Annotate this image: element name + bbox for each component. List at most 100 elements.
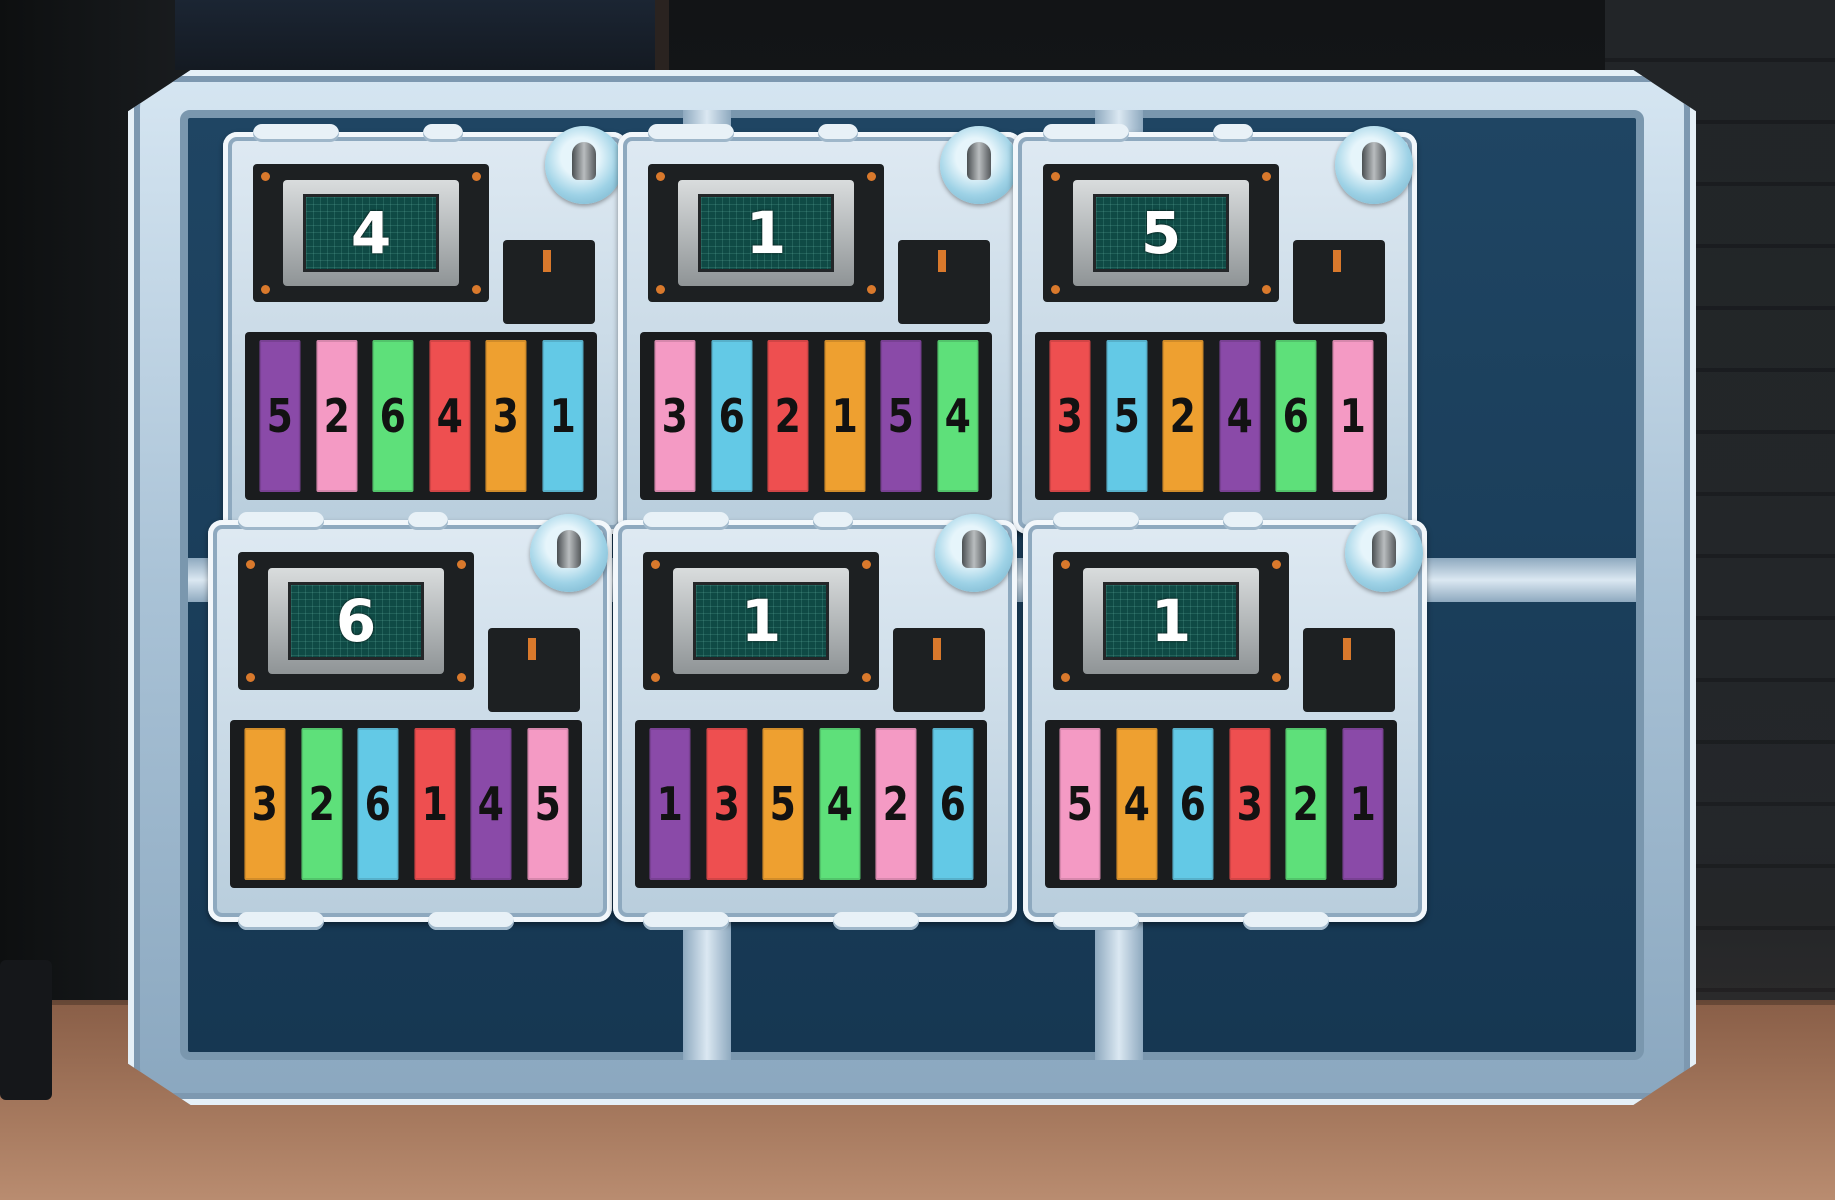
module-clip — [253, 124, 339, 142]
key-button[interactable]: 4 — [936, 340, 978, 492]
bolt-icon — [651, 673, 660, 682]
key-button[interactable]: 5 — [1105, 340, 1147, 492]
stage-light — [528, 638, 536, 660]
keypad-module-3: 5 352461 — [1013, 124, 1417, 542]
key-button[interactable]: 6 — [1172, 728, 1214, 880]
key-button[interactable]: 6 — [710, 340, 752, 492]
key-button[interactable]: 6 — [931, 728, 973, 880]
stage-indicator — [893, 628, 985, 712]
stage-light — [1343, 638, 1351, 660]
bolt-icon — [651, 560, 660, 569]
key-button[interactable]: 1 — [823, 340, 865, 492]
module-clip — [423, 124, 463, 142]
keypad-module-5: 1 135426 — [613, 512, 1017, 930]
side-object — [0, 960, 52, 1100]
key-button[interactable]: 4 — [1218, 340, 1260, 492]
bolt-icon — [261, 172, 270, 181]
key-button[interactable]: 6 — [357, 728, 399, 880]
key-button[interactable]: 1 — [1341, 728, 1383, 880]
bolt-icon — [472, 172, 481, 181]
module-clip — [428, 912, 514, 930]
keypad-module-1: 4 526431 — [223, 124, 627, 542]
key-button[interactable]: 2 — [767, 340, 809, 492]
bolt-icon — [867, 285, 876, 294]
stage-light — [938, 250, 946, 272]
key-button[interactable]: 3 — [244, 728, 286, 880]
bolt-icon — [1051, 172, 1060, 181]
key-button[interactable]: 4 — [1115, 728, 1157, 880]
key-button[interactable]: 1 — [1331, 340, 1373, 492]
bolt-icon — [1262, 285, 1271, 294]
module-status-led — [1345, 514, 1423, 592]
display-panel: 4 — [253, 164, 489, 302]
key-button[interactable]: 2 — [875, 728, 917, 880]
key-button[interactable]: 5 — [762, 728, 804, 880]
stage-light — [543, 250, 551, 272]
key-button[interactable]: 5 — [880, 340, 922, 492]
key-button[interactable]: 3 — [1049, 340, 1091, 492]
key-button[interactable]: 3 — [654, 340, 696, 492]
key-button[interactable]: 4 — [428, 340, 470, 492]
stage-light — [1333, 250, 1341, 272]
bolt-icon — [867, 172, 876, 181]
bolt-icon — [656, 285, 665, 294]
module-clip — [643, 912, 729, 930]
key-button[interactable]: 1 — [541, 340, 583, 492]
module-status-led — [940, 126, 1018, 204]
key-button[interactable]: 6 — [372, 340, 414, 492]
bolt-icon — [1061, 673, 1070, 682]
display-number: 4 — [303, 194, 439, 272]
key-button[interactable]: 1 — [413, 728, 455, 880]
key-button[interactable]: 4 — [470, 728, 512, 880]
stage-light — [933, 638, 941, 660]
module-clip — [1243, 912, 1329, 930]
module-status-led — [530, 514, 608, 592]
display-panel: 1 — [1053, 552, 1289, 690]
key-button[interactable]: 6 — [1275, 340, 1317, 492]
stage-indicator — [1303, 628, 1395, 712]
background-window — [175, 0, 669, 70]
key-button[interactable]: 3 — [1228, 728, 1270, 880]
key-button[interactable]: 5 — [1059, 728, 1101, 880]
key-button[interactable]: 5 — [526, 728, 568, 880]
key-button[interactable]: 4 — [818, 728, 860, 880]
bolt-icon — [246, 560, 255, 569]
key-button[interactable]: 1 — [649, 728, 691, 880]
module-clip — [813, 512, 853, 530]
key-button[interactable]: 2 — [1285, 728, 1327, 880]
display-panel: 6 — [238, 552, 474, 690]
key-button[interactable]: 5 — [259, 340, 301, 492]
display-number: 1 — [698, 194, 834, 272]
module-status-led — [1335, 126, 1413, 204]
key-button[interactable]: 2 — [300, 728, 342, 880]
stage-indicator — [488, 628, 580, 712]
key-button[interactable]: 2 — [315, 340, 357, 492]
key-button[interactable]: 3 — [705, 728, 747, 880]
display-bezel: 1 — [673, 568, 849, 674]
module-clip — [238, 912, 324, 930]
module-clip — [1213, 124, 1253, 142]
bolt-icon — [1051, 285, 1060, 294]
module-clip — [648, 124, 734, 142]
module-clip — [643, 512, 729, 530]
module-status-led — [545, 126, 623, 204]
display-bezel: 6 — [268, 568, 444, 674]
key-button[interactable]: 3 — [485, 340, 527, 492]
keypad-module-6: 1 546321 — [1023, 512, 1427, 930]
module-clip — [1223, 512, 1263, 530]
keypad-module-4: 6 326145 — [208, 512, 612, 930]
bolt-icon — [472, 285, 481, 294]
key-row: 546321 — [1045, 720, 1397, 888]
key-button[interactable]: 2 — [1162, 340, 1204, 492]
display-panel: 5 — [1043, 164, 1279, 302]
stage-indicator — [1293, 240, 1385, 324]
bolt-icon — [1272, 560, 1281, 569]
display-number: 1 — [1103, 582, 1239, 660]
key-row: 352461 — [1035, 332, 1387, 500]
key-row: 326145 — [230, 720, 582, 888]
display-bezel: 1 — [1083, 568, 1259, 674]
module-clip — [1053, 912, 1139, 930]
module-clip — [408, 512, 448, 530]
bolt-icon — [1061, 560, 1070, 569]
stage-indicator — [503, 240, 595, 324]
